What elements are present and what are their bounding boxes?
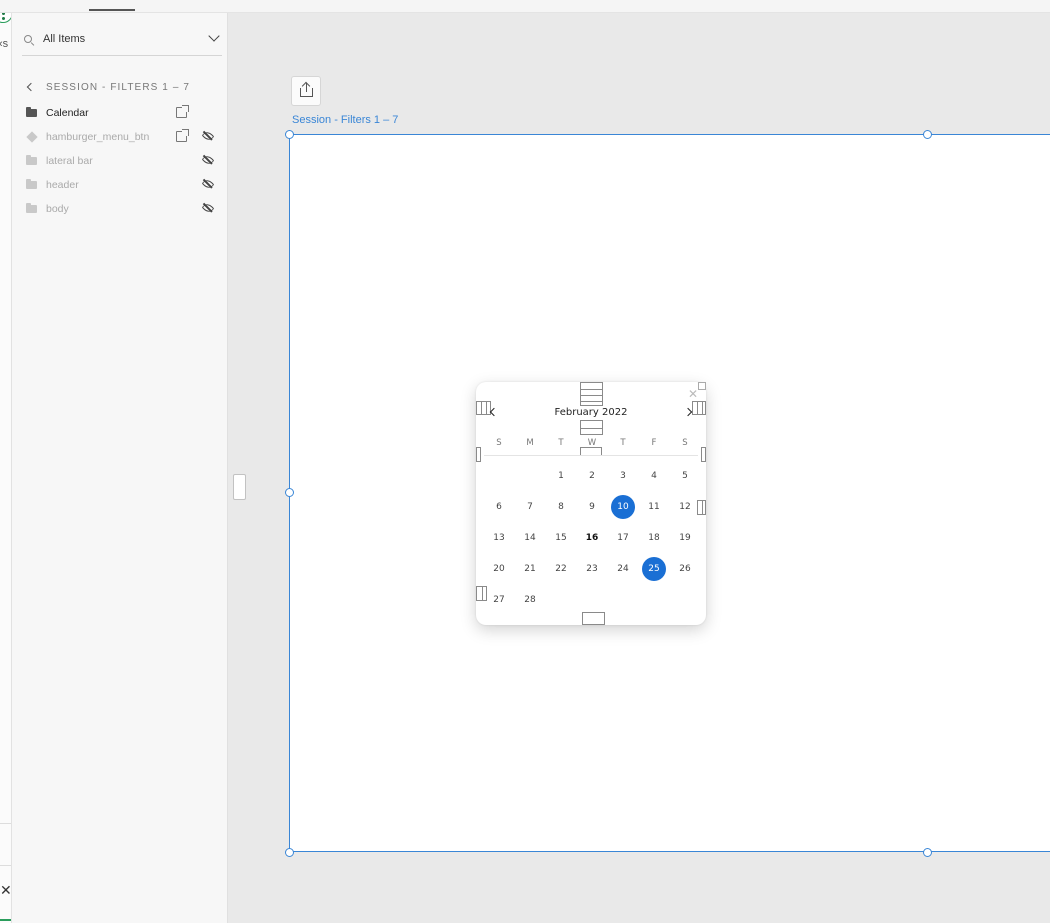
folder-icon: [26, 179, 37, 189]
eye-hidden-icon[interactable]: [201, 153, 215, 167]
calendar-day-20[interactable]: 20: [487, 557, 511, 581]
spacer-guide: [476, 447, 481, 462]
folder-icon: [26, 107, 37, 117]
search-icon: [24, 35, 32, 43]
layer-item-body[interactable]: body: [26, 201, 226, 219]
spacer-guide: [580, 420, 603, 435]
calendar-day-10[interactable]: 10: [611, 495, 635, 519]
breadcrumb-label: SESSION - FILTERS 1 – 7: [46, 82, 191, 93]
eye-hidden-icon[interactable]: [201, 201, 215, 215]
divider: [0, 823, 11, 824]
external-link-icon[interactable]: [176, 105, 189, 118]
export-button[interactable]: [291, 76, 321, 106]
calendar-day-18[interactable]: 18: [642, 526, 666, 550]
date-picker: ✕ February 2022 SMTWTFS 1 2 3 4 5 6 7 8 9 10 11 12 1…: [476, 382, 706, 625]
calendar-day-19[interactable]: 19: [673, 526, 697, 550]
resize-handle[interactable]: [923, 848, 932, 857]
calendar-day-13[interactable]: 13: [487, 526, 511, 550]
calendar-day-27[interactable]: 27: [487, 588, 511, 612]
close-icon[interactable]: ✕: [688, 387, 698, 401]
close-icon[interactable]: ✕: [0, 882, 11, 899]
weekday-label: S: [682, 438, 688, 448]
resize-handle[interactable]: [285, 848, 294, 857]
folder-icon: [26, 155, 37, 165]
eye-hidden-icon[interactable]: [201, 177, 215, 191]
arrow-up-icon: [305, 83, 308, 92]
calendar-day-23[interactable]: 23: [580, 557, 604, 581]
layers-filter-value[interactable]: All Items: [43, 33, 85, 45]
weekday-label: W: [587, 438, 597, 448]
spacer-guide: [697, 500, 706, 515]
frame-label[interactable]: Session - Filters 1 – 7: [292, 114, 398, 126]
calendar-day-9[interactable]: 9: [580, 495, 604, 519]
truncated-label: ‹s: [0, 38, 9, 50]
chevron-left-icon[interactable]: [26, 82, 36, 92]
eye-hidden-icon[interactable]: [201, 129, 215, 143]
corner-handle[interactable]: [698, 382, 706, 390]
calendar-day-14[interactable]: 14: [518, 526, 542, 550]
layer-item-header[interactable]: header: [26, 177, 226, 195]
component-icon: [26, 131, 38, 143]
weekday-label: F: [651, 438, 657, 448]
month-label: February 2022: [554, 407, 628, 418]
folder-icon: [26, 203, 37, 213]
layer-label: lateral bar: [46, 155, 93, 167]
layer-item-calendar[interactable]: Calendar: [26, 105, 226, 123]
resize-handle[interactable]: [923, 130, 932, 139]
weekday-label: T: [558, 438, 564, 448]
calendar-day-5[interactable]: 5: [673, 464, 697, 488]
more-menu-icon[interactable]: [0, 13, 11, 23]
spacer-guide: [580, 382, 603, 406]
top-toolbar: [0, 0, 1050, 13]
calendar-day-28[interactable]: 28: [518, 588, 542, 612]
calendar-day-3[interactable]: 3: [611, 464, 635, 488]
spacer-guide: [582, 612, 605, 625]
divider: [0, 865, 11, 866]
calendar-day-8[interactable]: 8: [549, 495, 573, 519]
calendar-day-2[interactable]: 2: [580, 464, 604, 488]
calendar-day-21[interactable]: 21: [518, 557, 542, 581]
calendar-day-16[interactable]: 16: [580, 526, 604, 550]
spacer-guide: [476, 586, 487, 601]
chevron-down-icon[interactable]: [208, 30, 220, 42]
scroll-thumb[interactable]: [233, 474, 246, 500]
calendar-day-4[interactable]: 4: [642, 464, 666, 488]
accent-bar: [0, 919, 11, 921]
calendar-day-22[interactable]: 22: [549, 557, 573, 581]
layer-label: hamburger_menu_btn: [46, 131, 150, 143]
calendar-day-7[interactable]: 7: [518, 495, 542, 519]
layer-label: body: [46, 203, 69, 215]
calendar-day-11[interactable]: 11: [642, 495, 666, 519]
layers-filter[interactable]: All Items: [22, 27, 222, 56]
divider: [484, 455, 698, 456]
active-tab-indicator[interactable]: [89, 9, 135, 11]
layer-item-lateral-bar[interactable]: lateral bar: [26, 153, 226, 171]
calendar-day-6[interactable]: 6: [487, 495, 511, 519]
external-link-icon[interactable]: [176, 129, 189, 142]
calendar-day-25[interactable]: 25: [642, 557, 666, 581]
layer-label: header: [46, 179, 79, 191]
calendar-day-1[interactable]: 1: [549, 464, 573, 488]
layer-item-hamburger-menu-btn[interactable]: hamburger_menu_btn: [26, 129, 226, 147]
weekday-label: S: [496, 438, 502, 448]
calendar-day-26[interactable]: 26: [673, 557, 697, 581]
spacer-guide: [701, 447, 706, 462]
calendar-day-12[interactable]: 12: [673, 495, 697, 519]
calendar-day-15[interactable]: 15: [549, 526, 573, 550]
left-tool-strip: ‹s ✕: [0, 13, 12, 923]
resize-handle[interactable]: [285, 130, 294, 139]
layer-label: Calendar: [46, 107, 89, 119]
calendar-day-24[interactable]: 24: [611, 557, 635, 581]
resize-handle[interactable]: [285, 488, 294, 497]
layers-panel: All Items SESSION - FILTERS 1 – 7 Calend…: [12, 13, 228, 923]
weekday-label: T: [620, 438, 626, 448]
weekday-label: M: [526, 438, 534, 448]
calendar-day-17[interactable]: 17: [611, 526, 635, 550]
